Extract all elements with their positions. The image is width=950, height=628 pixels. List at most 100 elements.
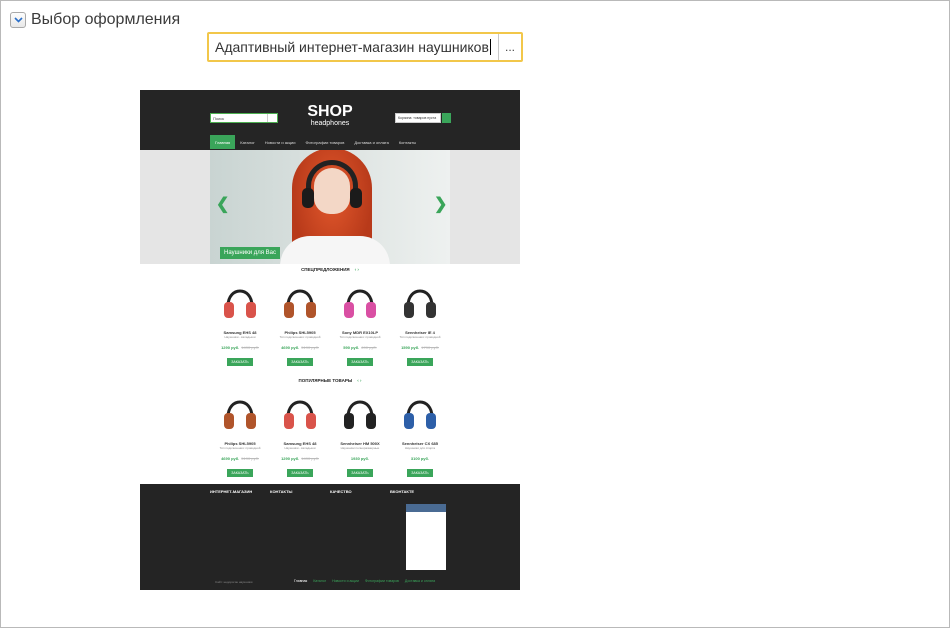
preview-logo: SHOP headphones: [300, 103, 360, 128]
product-buy-button: ЗАКАЗАТЬ: [347, 358, 373, 366]
product-buy-button: ЗАКАЗАТЬ: [227, 358, 253, 366]
collapse-button[interactable]: [10, 12, 26, 28]
preview-section1-label: СПЕЦПРЕДЛОЖЕНИЯ: [301, 267, 350, 272]
hero-shirt: [280, 236, 390, 264]
carousel-arrows-icon: ‹ ›: [357, 378, 362, 383]
select-button[interactable]: ...: [498, 34, 521, 60]
preview-product-card: Sennheiser HM 500X Наушники полноразмерны…: [330, 387, 390, 486]
footer-nav-item: Фотографии товаров: [364, 579, 399, 583]
preview-nav-item: Каталог: [240, 140, 255, 145]
carousel-arrows-icon: ‹ ›: [354, 267, 359, 272]
product-buy-button: ЗАКАЗАТЬ: [287, 469, 313, 477]
window: Выбор оформления Адаптивный интернет-маг…: [0, 0, 950, 628]
headphones-image: [270, 276, 330, 328]
product-desc: Наушники - вкладыши: [224, 335, 256, 339]
preview-nav-item: Главная: [210, 135, 236, 149]
preview-search-text: Поиск: [213, 116, 225, 121]
hero-headphone-cup-left: [302, 188, 314, 208]
product-desc: Наушники полноразмерные: [340, 446, 380, 450]
product-old-price: 1490 руб.: [241, 345, 259, 350]
preview-product-card: Philips SHL5905 Тип подключения: проводно…: [210, 387, 270, 486]
preview-nav: Главная Каталог Новости и акции Фотографии …: [210, 135, 421, 149]
preview-logo-line1: SHOP: [307, 103, 353, 120]
preview-section-title: ПОПУЛЯРНЫЕ ТОВАРЫ ‹ ›: [140, 375, 520, 387]
product-desc: Тип подключения: проводной: [219, 446, 261, 450]
footer-col-title: ИНТЕРНЕТ-МАГАЗИН: [210, 489, 253, 494]
cart-icon: [442, 113, 451, 123]
preview-nav-item: Доставка и оплата: [354, 140, 389, 145]
preview-product-card: Samsung EHS 48 Наушники - вкладыши 1290 ру…: [210, 276, 270, 375]
product-buy-button: ЗАКАЗАТЬ: [407, 358, 433, 366]
product-price: 1290 руб. 1490 руб.: [281, 456, 319, 461]
preview-cart: Корзина: товаров пуста: [395, 113, 441, 123]
product-desc: Тип подключения: проводной: [279, 335, 321, 339]
product-buy-button: ЗАКАЗАТЬ: [347, 469, 373, 477]
preview-nav-item: Фотографии товаров: [305, 140, 345, 145]
text-caret: [489, 39, 491, 55]
product-old-price: 5190 руб.: [241, 456, 259, 461]
preview-product-card: Sennheiser IE 4 Тип подключения: проводно…: [390, 276, 450, 375]
preview-banner: ❮ ❯ Наушники для Вас: [140, 150, 520, 264]
product-old-price: 1490 руб.: [301, 456, 319, 461]
preview-nav-item: Контакты: [398, 140, 417, 145]
product-price: 1290 руб. 1490 руб.: [221, 345, 259, 350]
product-desc: Наушники для спорта: [404, 446, 436, 450]
preview-product-card: Sennheiser CX 685 Наушники для спорта 3100…: [390, 387, 450, 486]
preview-logo-line2: headphones: [310, 120, 350, 127]
headphones-image: [390, 276, 450, 328]
vk-widget: [406, 504, 446, 570]
footer-nav: Главная Каталог Новости и акции Фотографии …: [294, 579, 435, 583]
footer-col-title: КОНТАКТЫ: [270, 489, 293, 494]
preview-search: Поиск: [210, 113, 278, 123]
footer-nav-item: Главная: [294, 579, 308, 583]
footer-nav-item: Доставка и оплата: [404, 579, 436, 583]
footer-col-title: КАЧЕСТВО: [330, 489, 352, 494]
design-select-field[interactable]: Адаптивный интернет-магазин наушников ..…: [207, 32, 523, 62]
headphones-image: [210, 387, 270, 439]
product-price: 4690 руб. 5190 руб.: [281, 345, 319, 350]
chevron-left-icon: ❮: [216, 196, 230, 213]
design-select-value: Адаптивный интернет-магазин наушников: [215, 39, 489, 55]
footer-col-title: ВКОНТАКТЕ: [390, 489, 415, 494]
product-desc: Тип подключения: проводной: [339, 335, 381, 339]
footer-nav-item: Каталог: [313, 579, 327, 583]
product-desc: Наушники - вкладыши: [284, 446, 316, 450]
headphones-image: [270, 387, 330, 439]
preview-nav-item: Новости и акции: [264, 140, 296, 145]
hero-headphone-cup-right: [350, 188, 362, 208]
product-price: 4690 руб. 5190 руб.: [221, 456, 259, 461]
search-icon: [267, 114, 277, 122]
preview-header: Поиск SHOP headphones Корзина: товаров п…: [140, 90, 520, 150]
chevron-right-icon: ❯: [434, 196, 448, 213]
design-preview-image: Поиск SHOP headphones Корзина: товаров п…: [140, 90, 520, 590]
design-select-input[interactable]: Адаптивный интернет-магазин наушников: [209, 34, 498, 60]
headphones-image: [210, 276, 270, 328]
preview-product-card: Sony MDR EX10LP Тип подключения: проводно…: [330, 276, 390, 375]
preview-section2-label: ПОПУЛЯРНЫЕ ТОВАРЫ: [298, 378, 353, 383]
product-old-price: 5190 руб.: [301, 345, 319, 350]
headphones-image: [330, 276, 390, 328]
product-price: 1930 руб.: [350, 456, 370, 461]
preview-banner-tag: Наушники для Вас: [220, 247, 280, 259]
headphones-image: [330, 387, 390, 439]
vk-widget-header: [406, 504, 446, 512]
product-buy-button: ЗАКАЗАТЬ: [287, 358, 313, 366]
product-price: 1590 руб. 1790 руб.: [401, 345, 439, 350]
preview-products-2: Philips SHL5905 Тип подключения: проводно…: [140, 387, 520, 486]
product-desc: Тип подключения: проводной: [399, 335, 441, 339]
product-buy-button: ЗАКАЗАТЬ: [227, 469, 253, 477]
group-title: Выбор оформления: [31, 11, 181, 28]
preview-footer: ИНТЕРНЕТ-МАГАЗИН КОНТАКТЫ КАЧЕСТВО ВКОНТ…: [140, 484, 520, 590]
preview-products-1: Samsung EHS 48 Наушники - вкладыши 1290 ру…: [140, 276, 520, 375]
preview-product-card: Samsung EHS 48 Наушники - вкладыши 1290 ру…: [270, 387, 330, 486]
preview-section-title: СПЕЦПРЕДЛОЖЕНИЯ ‹ ›: [140, 264, 520, 276]
product-price: 3100 руб.: [410, 456, 430, 461]
product-buy-button: ЗАКАЗАТЬ: [407, 469, 433, 477]
preview-product-card: Philips SHL5905 Тип подключения: проводно…: [270, 276, 330, 375]
footer-copyright: Сайт: недорогие наушники: [215, 580, 253, 584]
product-price: 590 руб. 690 руб.: [343, 345, 377, 350]
product-old-price: 690 руб.: [361, 345, 377, 350]
group-header: Выбор оформления: [10, 11, 180, 29]
chevron-down-icon: [13, 17, 23, 23]
product-old-price: 1790 руб.: [421, 345, 439, 350]
